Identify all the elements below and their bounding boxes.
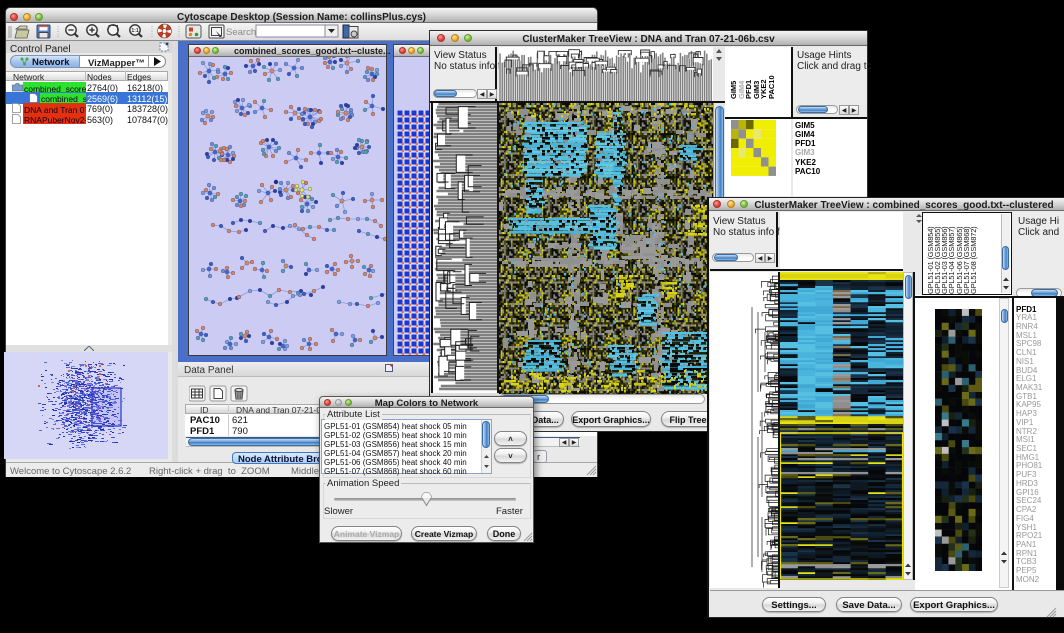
svg-text:1:1: 1:1	[131, 28, 138, 34]
svg-text:Search:: Search:	[226, 27, 259, 38]
